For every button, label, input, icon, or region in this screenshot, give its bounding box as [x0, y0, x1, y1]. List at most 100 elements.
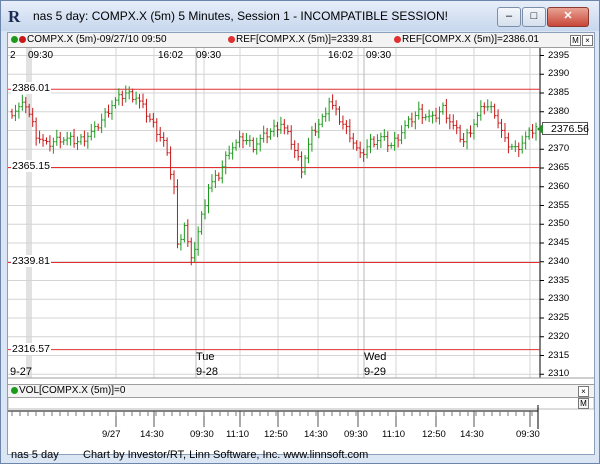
ohlc-bar — [55, 129, 59, 146]
ohlc-bar — [169, 146, 173, 180]
collapse-volume-button[interactable]: × — [578, 386, 589, 397]
ohlc-bar — [420, 103, 424, 124]
ohlc-bar — [217, 172, 221, 182]
ohlc-bar — [444, 99, 448, 124]
ohlc-bar — [72, 128, 76, 148]
ohlc-bar — [96, 123, 100, 131]
session-label: 16:02 — [328, 50, 354, 61]
ohlc-bar — [437, 106, 441, 125]
y-axis-tick-label: 2395 — [548, 49, 570, 61]
session-break-band — [26, 48, 32, 378]
ohlc-bar — [413, 111, 417, 130]
ohlc-bar — [375, 134, 379, 150]
x-axis-tick-label: 14:30 — [140, 429, 164, 440]
x-axis-tick-label: 11:10 — [382, 429, 406, 440]
day-label: 9-27 — [10, 366, 33, 378]
ohlc-bar — [379, 132, 383, 149]
app-window: R nas 5 day: COMPX.X (5m) 5 Minutes, Ses… — [0, 0, 600, 464]
ohlc-bar — [165, 137, 169, 156]
volume-legend[interactable]: VOL[COMPX.X (5m)]=0 — [11, 385, 125, 397]
ohlc-bar — [13, 104, 17, 121]
ohlc-bar — [486, 99, 490, 111]
maximize-button[interactable]: □ — [522, 7, 546, 27]
ohlc-bar — [38, 130, 42, 144]
ohlc-bar — [238, 130, 242, 148]
ohlc-bar — [51, 137, 55, 154]
y-axis-tick-label: 2380 — [548, 105, 570, 117]
reference-line-label: 2386.01 — [11, 82, 51, 95]
ohlc-bar — [179, 234, 183, 251]
chart-pane: COMPX.X (5m)-09/27/10 09:50 REF[COMPX.X … — [7, 32, 595, 455]
y-axis-tick-label: 2310 — [548, 368, 570, 380]
ohlc-bar — [182, 222, 186, 243]
maximize-volume-button[interactable]: M — [578, 398, 589, 409]
ohlc-bar — [210, 174, 214, 193]
ohlc-bar — [34, 117, 38, 146]
ohlc-bar — [255, 137, 259, 155]
ohlc-bar — [189, 237, 193, 266]
y-axis-tick-label: 2385 — [548, 87, 570, 98]
ohlc-bar — [344, 120, 348, 135]
ohlc-bar — [248, 135, 252, 147]
ohlc-bar — [272, 119, 276, 137]
ohlc-bar — [131, 88, 135, 103]
volume-legend-bar: VOL[COMPX.X (5m)]=0 × — [8, 384, 594, 398]
ohlc-bar — [10, 108, 14, 119]
ohlc-bar — [410, 112, 414, 128]
session-label: 2 — [10, 50, 16, 61]
ohlc-bar — [220, 160, 224, 184]
ohlc-bar — [406, 116, 410, 129]
ohlc-bar — [331, 94, 335, 110]
ohlc-bar — [303, 155, 307, 175]
y-axis-tick-label: 2365 — [548, 162, 570, 173]
ohlc-bar — [69, 132, 73, 146]
ohlc-bar — [506, 132, 510, 154]
ohlc-bar — [334, 100, 338, 116]
ohlc-bar — [465, 128, 469, 150]
ohlc-bar — [231, 142, 235, 160]
y-axis-tick-label: 2390 — [548, 68, 570, 80]
session-label: 09:30 — [28, 50, 54, 61]
ohlc-bar — [20, 94, 24, 111]
ohlc-bar — [524, 131, 528, 150]
ohlc-bar — [44, 137, 48, 145]
x-axis-tick-label: 14:30 — [460, 429, 484, 440]
ohlc-bar — [389, 142, 393, 149]
x-axis-tick-label: 12:50 — [264, 429, 288, 440]
ohlc-bar — [251, 137, 255, 153]
ohlc-bar — [124, 85, 128, 103]
ohlc-bar — [144, 98, 148, 123]
ohlc-bar — [434, 107, 438, 123]
ohlc-bar — [172, 170, 176, 195]
ohlc-bar — [513, 140, 517, 152]
ohlc-bar — [86, 132, 90, 149]
minimize-button[interactable]: – — [497, 7, 521, 27]
ohlc-bar — [362, 148, 366, 162]
ohlc-bar — [451, 114, 455, 130]
ohlc-bar — [475, 112, 479, 128]
ohlc-bar — [431, 111, 435, 124]
y-axis-tick-label: 2360 — [548, 180, 570, 192]
ohlc-bar — [448, 114, 452, 130]
ohlc-bar — [338, 106, 341, 125]
ohlc-bar — [296, 143, 300, 161]
ohlc-bar — [76, 136, 79, 150]
ohlc-bar — [403, 120, 407, 140]
ohlc-bar — [79, 133, 83, 145]
ohlc-bar — [500, 118, 504, 138]
ohlc-bar — [107, 104, 111, 118]
close-button[interactable]: ✕ — [547, 7, 589, 27]
ohlc-bar — [162, 132, 166, 147]
y-axis-tick-label: 2350 — [548, 218, 570, 230]
ohlc-bar — [148, 113, 152, 123]
ohlc-bar — [458, 124, 462, 143]
ohlc-bar — [324, 107, 328, 122]
ohlc-bar — [227, 145, 231, 160]
ohlc-bar — [175, 179, 179, 249]
y-axis-tick-label: 2330 — [548, 293, 570, 305]
ohlc-bar — [103, 108, 107, 128]
ohlc-bar — [351, 132, 355, 150]
last-price-tag: 2376.56 — [537, 122, 589, 135]
x-axis-tick-label: 09:30 — [190, 429, 214, 440]
ohlc-bar — [241, 132, 245, 149]
